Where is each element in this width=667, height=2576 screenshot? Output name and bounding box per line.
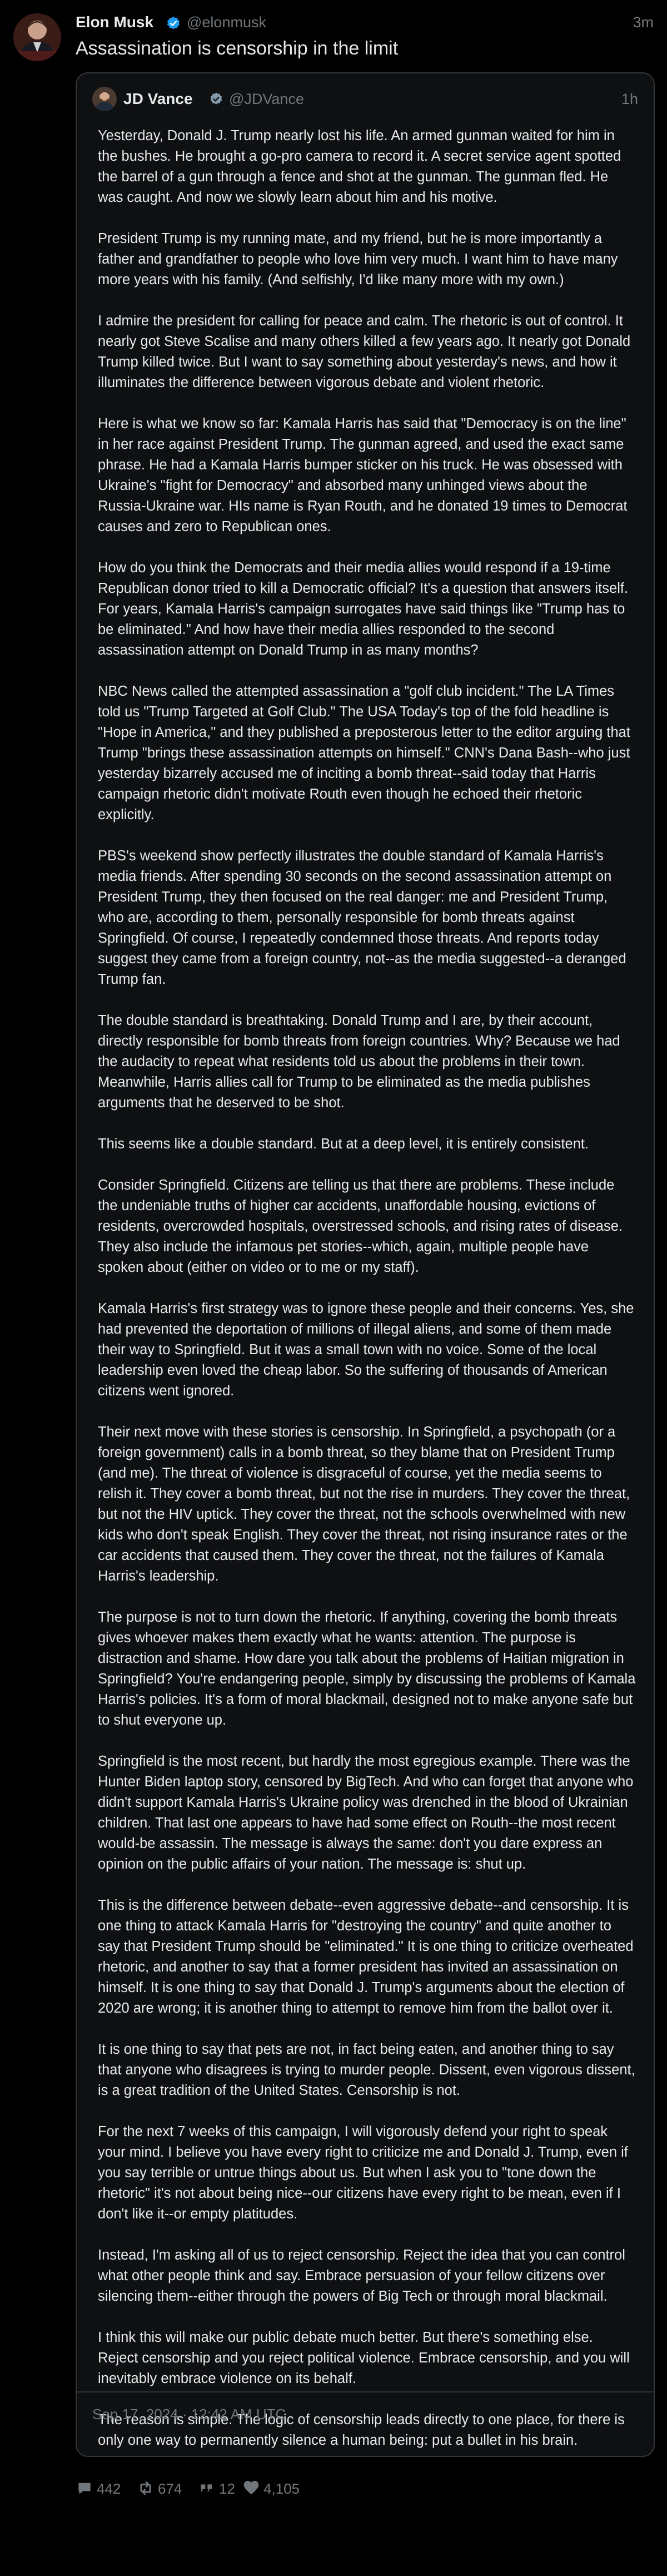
quoted-paragraph: Here is what we know so far: Kamala Harr… [98, 416, 628, 534]
quoted-paragraph: The double standard is breathtaking. Don… [98, 1013, 620, 1111]
reply-icon [78, 2483, 91, 2494]
quoted-tweet-header: JD Vance @JDVance 1h [92, 87, 638, 113]
quoted-paragraph: Instead, I'm asking all of us to reject … [98, 2247, 625, 2304]
quoted-paragraph: How do you think the Democrats and their… [98, 560, 629, 658]
author-handle[interactable]: @elonmusk [187, 14, 266, 31]
quoted-paragraph: Springfield is the most recent, but hard… [98, 1753, 634, 1872]
tweet-header: Elon Musk @elonmusk 3m [76, 13, 654, 36]
tweet: Elon Musk @elonmusk 3m Assassination is … [0, 0, 667, 2576]
quoted-paragraph: It is one thing to say that pets are not… [98, 2042, 635, 2098]
retweet-count: 674 [158, 2480, 182, 2497]
retweet-icon [140, 2481, 151, 2495]
affiliate-badge-icon [209, 92, 223, 106]
quoted-author-handle[interactable]: @JDVance [229, 91, 304, 108]
quoted-timestamp[interactable]: Sep 17, 2024 · 12:42 AM UTC [92, 2406, 286, 2423]
verified-badge-icon [166, 16, 181, 31]
quoted-tweet-body: Yesterday, Donald J. Trump nearly lost h… [98, 126, 637, 2451]
quoted-paragraph: Their next move with these stories is ce… [98, 1424, 630, 1584]
quoted-paragraph: This is the difference between debate--e… [98, 1898, 634, 2016]
quote-icon [201, 2484, 212, 2492]
post-time[interactable]: 3m [633, 14, 654, 31]
quoted-paragraph: Kamala Harris's first strategy was to ig… [98, 1301, 634, 1399]
quoted-post-time[interactable]: 1h [621, 91, 638, 108]
quoted-paragraph: President Trump is my running mate, and … [98, 231, 618, 288]
quoted-paragraph: For the next 7 weeks of this campaign, I… [98, 2124, 628, 2222]
quoted-paragraph: I admire the president for calling for p… [98, 313, 631, 390]
quoted-paragraph: The purpose is not to turn down the rhet… [98, 1609, 636, 1728]
quoted-paragraph: NBC News called the attempted assassinat… [98, 683, 630, 823]
author-name[interactable]: Elon Musk [76, 13, 153, 31]
quoted-author-name[interactable]: JD Vance [123, 90, 193, 108]
post-text: Assassination is censorship in the limit [76, 38, 399, 59]
quoted-paragraph: PBS's weekend show perfectly illustrates… [98, 848, 626, 987]
quote-count: 12 [219, 2480, 235, 2497]
quoted-paragraph: Yesterday, Donald J. Trump nearly lost h… [98, 128, 621, 205]
like-icon [243, 2480, 259, 2495]
avatar-elon-musk[interactable] [13, 13, 61, 61]
reply-count: 442 [97, 2480, 121, 2497]
divider [77, 2391, 654, 2392]
quoted-paragraph: This seems like a double standard. But a… [98, 1136, 589, 1152]
quoted-tweet[interactable]: JD Vance @JDVance 1h Yesterday, Donald J… [76, 72, 655, 2457]
like-count: 4,105 [263, 2480, 300, 2497]
quoted-paragraph: Consider Springfield. Citizens are telli… [98, 1177, 623, 1275]
avatar-jd-vance[interactable] [92, 87, 117, 111]
quoted-paragraph: I think this will make our public debate… [98, 2330, 630, 2386]
